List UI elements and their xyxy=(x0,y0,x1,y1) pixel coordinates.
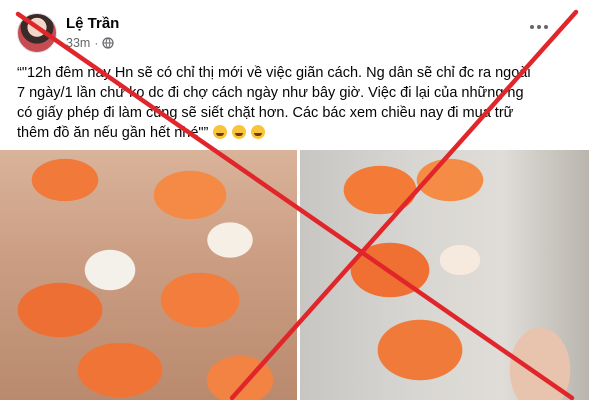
boiled-shrimp-photo-left[interactable] xyxy=(0,150,297,400)
post-text-body: “"12h đêm nay Hn sẽ có chỉ thị mới về vi… xyxy=(17,65,531,141)
laughing-tears-emoji xyxy=(251,125,266,139)
globe-icon[interactable] xyxy=(102,37,114,49)
author-avatar[interactable] xyxy=(17,13,57,53)
post-meta: 33m · xyxy=(66,36,114,50)
boiled-shrimp-photo-right[interactable] xyxy=(300,150,589,400)
facebook-post: Lệ Trần 33m · “"12h đêm nay Hn sẽ có chỉ… xyxy=(0,0,589,400)
emoji-group xyxy=(212,125,266,141)
post-time[interactable]: 33m xyxy=(66,36,90,50)
laughing-tears-emoji xyxy=(213,125,228,139)
post-text: “"12h đêm nay Hn sẽ có chỉ thị mới về vi… xyxy=(17,63,537,143)
more-options-icon[interactable] xyxy=(528,20,550,34)
meta-separator: · xyxy=(94,36,99,50)
author-name[interactable]: Lệ Trần xyxy=(66,15,119,32)
laughing-tears-emoji xyxy=(232,125,247,139)
